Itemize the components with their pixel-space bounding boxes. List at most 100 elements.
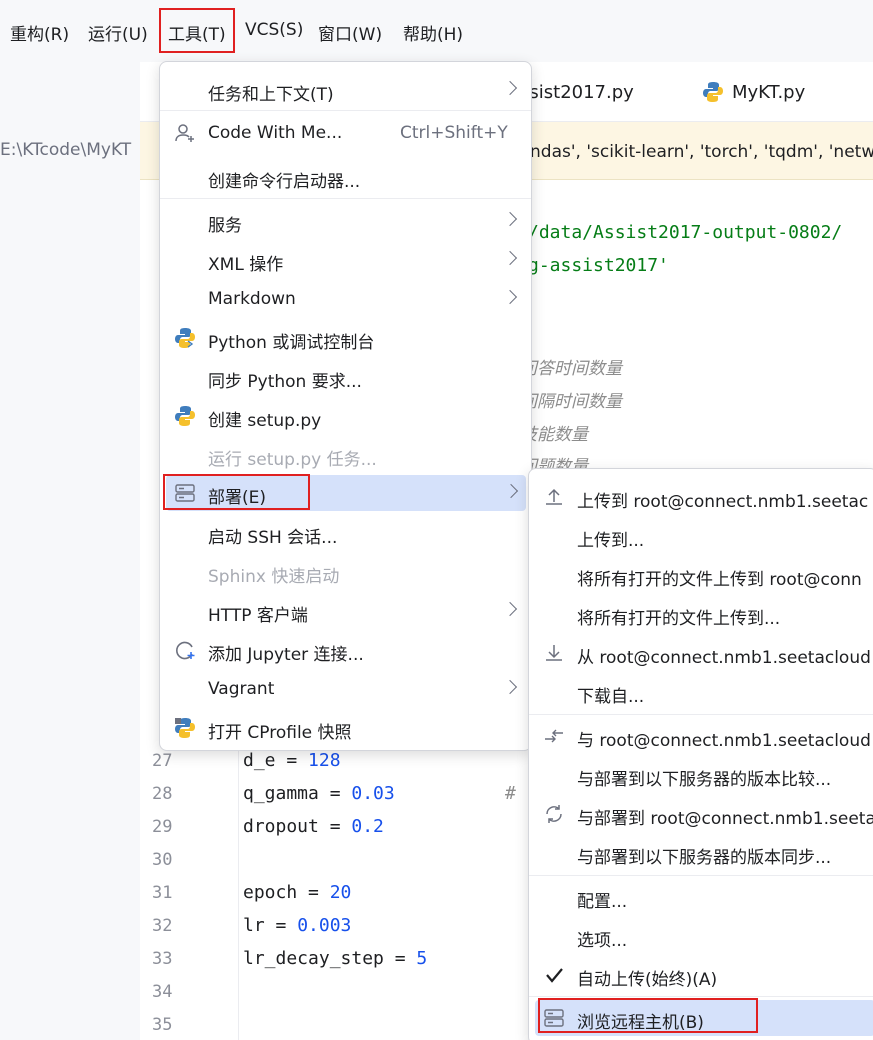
menu-run[interactable]: 运行(U)	[88, 20, 148, 45]
menu-item-cprofile[interactable]: 打开 CProfile 快照	[166, 710, 525, 746]
line-number: 31	[152, 883, 173, 903]
line-number: 28	[152, 784, 173, 804]
code-line: d_e = 128	[243, 750, 341, 771]
menu-item-label: 同步 Python 要求...	[208, 372, 362, 392]
menu-item-create-launcher[interactable]: 创建命令行启动器...	[166, 159, 525, 195]
menu-tools[interactable]: 工具(T)	[168, 20, 226, 45]
tools-menu: 任务和上下文(T) Code With Me... Ctrl+Shift+Y 创…	[159, 61, 532, 751]
menu-item-compare-with-deployed[interactable]: 与部署到以下服务器的版本比较...	[535, 757, 873, 793]
code-comment: 问答时间数量	[520, 359, 622, 379]
menu-item-add-jupyter[interactable]: 添加 Jupyter 连接...	[166, 632, 525, 668]
menu-item-xml-actions[interactable]: XML 操作	[166, 242, 525, 278]
menu-item-label: Sphinx 快速启动	[208, 567, 340, 587]
code-number: 0.003	[297, 915, 352, 936]
code-string-name: g-assist2017'	[528, 255, 669, 276]
jupyter-icon	[176, 641, 195, 660]
menu-item-http-client[interactable]: HTTP 客户端	[166, 593, 525, 629]
code-var: q_gamma	[243, 783, 319, 804]
menu-item-browse-remote-host[interactable]: 浏览远程主机(B)	[535, 1000, 873, 1036]
menu-item-label: 添加 Jupyter 连接...	[208, 645, 364, 665]
menu-item-label: 配置...	[577, 892, 628, 912]
menu-item-label: 与 root@connect.nmb1.seetacloud	[577, 731, 871, 751]
menu-item-options[interactable]: 选项...	[535, 918, 873, 954]
code-line: dropout = 0.2	[243, 816, 384, 837]
menu-item-tasks[interactable]: 任务和上下文(T)	[166, 72, 525, 108]
menu-item-run-setup-task: 运行 setup.py 任务...	[166, 437, 525, 473]
server-icon	[544, 1009, 564, 1027]
menu-help[interactable]: 帮助(H)	[403, 20, 463, 45]
menu-item-label: 浏览远程主机(B)	[577, 1013, 704, 1033]
download-icon	[546, 645, 562, 661]
menu-item-label: 创建命令行启动器...	[208, 172, 361, 192]
tab-mykt[interactable]: MyKT.py	[703, 82, 806, 103]
menu-item-label: 部署(E)	[208, 488, 267, 508]
menu-item-python-console[interactable]: Python 或调试控制台	[166, 320, 525, 356]
code-var: lr	[243, 915, 265, 936]
menu-item-label: HTTP 客户端	[208, 606, 308, 626]
menu-item-label: 与部署到以下服务器的版本同步...	[577, 848, 832, 868]
menu-item-label: 上传到 root@connect.nmb1.seetac	[577, 492, 869, 512]
menu-separator	[529, 875, 873, 876]
server-icon	[175, 484, 195, 502]
menu-item-label: 上传到...	[577, 531, 645, 551]
menu-item-label: 服务	[208, 216, 242, 236]
cprofile-icon	[175, 718, 195, 738]
project-path: E:\KTcode\MyKT	[0, 140, 132, 160]
menu-vcs[interactable]: VCS(S)	[245, 20, 303, 40]
code-line: lr_decay_step = 5	[243, 948, 428, 969]
menu-item-upload-to-host[interactable]: 上传到 root@connect.nmb1.seetac	[535, 479, 873, 515]
menu-item-label: Markdown	[208, 289, 296, 309]
menu-item-sync-requirements[interactable]: 同步 Python 要求...	[166, 359, 525, 395]
code-line: q_gamma = 0.03	[243, 783, 395, 804]
code-number: 20	[329, 882, 352, 903]
menu-item-label: 下载自...	[577, 687, 645, 707]
python-icon	[175, 406, 195, 426]
menu-item-label: 选项...	[577, 931, 628, 951]
line-number: 32	[152, 916, 173, 936]
line-number: 30	[152, 850, 173, 870]
code-string-path: /data/Assist2017-output-0802/	[528, 222, 843, 243]
line-number: 33	[152, 949, 173, 969]
code-var: lr_decay_step	[243, 948, 384, 969]
menu-window[interactable]: 窗口(W)	[318, 20, 382, 45]
tab-mykt-label: MyKT.py	[732, 82, 806, 103]
code-var: dropout	[243, 816, 319, 837]
menu-item-upload-to[interactable]: 上传到...	[535, 518, 873, 554]
notice-text: ndas', 'scikit-learn', 'torch', 'tqdm', …	[530, 142, 873, 162]
menu-item-auto-upload[interactable]: 自动上传(始终)(A)	[535, 957, 873, 993]
user-plus-icon	[175, 124, 194, 142]
menu-item-sync-with-host[interactable]: 与部署到 root@connect.nmb1.seeta	[535, 796, 873, 832]
line-number: 35	[152, 1015, 173, 1035]
python-icon	[175, 328, 195, 348]
tab-assist2017[interactable]: ssist2017.py	[520, 82, 634, 103]
menu-item-shortcut: Ctrl+Shift+Y	[400, 123, 508, 143]
menu-item-code-with-me[interactable]: Code With Me... Ctrl+Shift+Y	[166, 115, 525, 151]
menu-item-markdown[interactable]: Markdown	[166, 281, 525, 317]
menu-item-download-from-host[interactable]: 从 root@connect.nmb1.seetacloud	[535, 635, 873, 671]
submenu-arrow-icon	[502, 289, 518, 305]
deployment-submenu: 上传到 root@connect.nmb1.seetac 上传到... 将所有打…	[528, 468, 873, 1040]
menu-refactor[interactable]: 重构(R)	[10, 20, 69, 45]
menu-item-upload-all-to[interactable]: 将所有打开的文件上传到...	[535, 596, 873, 632]
menu-item-download-from[interactable]: 下载自...	[535, 674, 873, 710]
menu-item-label: 创建 setup.py	[208, 411, 322, 431]
menu-item-services[interactable]: 服务	[166, 203, 525, 239]
menu-item-configuration[interactable]: 配置...	[535, 879, 873, 915]
code-line: lr = 0.003	[243, 915, 352, 936]
menu-item-ssh-session[interactable]: 启动 SSH 会话...	[166, 515, 525, 551]
menu-item-sync-with-deployed[interactable]: 与部署到以下服务器的版本同步...	[535, 835, 873, 871]
menu-item-upload-all-to-host[interactable]: 将所有打开的文件上传到 root@conn	[535, 557, 873, 593]
menu-item-compare-with-host[interactable]: 与 root@connect.nmb1.seetacloud	[535, 718, 873, 754]
menu-separator	[160, 110, 531, 111]
menu-item-label: Python 或调试控制台	[208, 333, 375, 353]
submenu-arrow-icon	[502, 679, 518, 695]
code-number: 0.2	[351, 816, 384, 837]
python-icon	[703, 82, 723, 102]
submenu-arrow-icon	[503, 483, 519, 499]
menu-item-label: 打开 CProfile 快照	[208, 723, 352, 743]
menu-item-deployment[interactable]: 部署(E)	[166, 475, 526, 511]
menu-item-create-setup[interactable]: 创建 setup.py	[166, 398, 525, 434]
code-number: 128	[308, 750, 341, 771]
menu-item-sphinx: Sphinx 快速启动	[166, 554, 525, 590]
menu-item-vagrant[interactable]: Vagrant	[166, 671, 525, 707]
